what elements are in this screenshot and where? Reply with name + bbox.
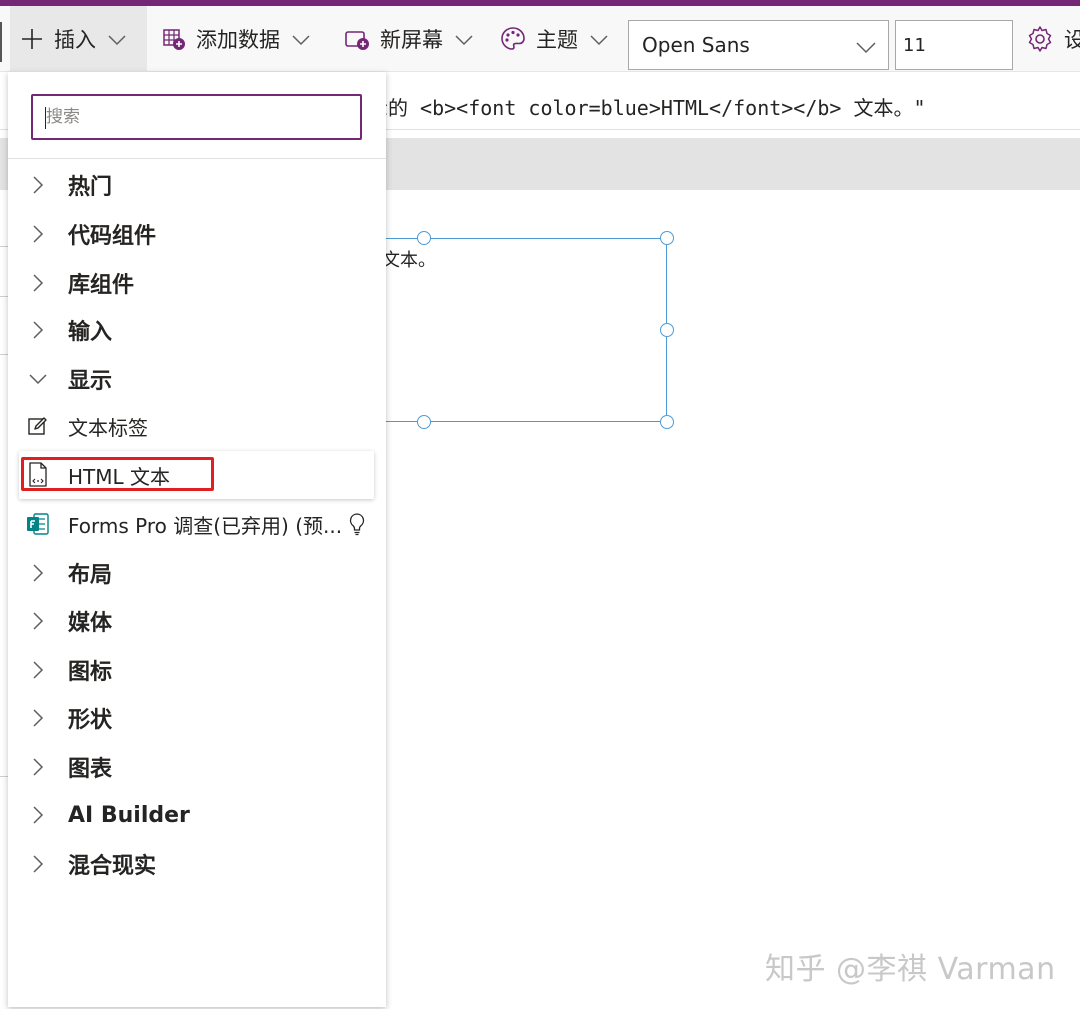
insert-button[interactable]: 插入 <box>10 6 147 72</box>
category-popular[interactable]: 热门 <box>8 163 386 207</box>
resize-handle-top-right[interactable] <box>660 231 674 245</box>
font-family-value: Open Sans <box>642 33 750 57</box>
category-code-components[interactable]: 代码组件 <box>8 212 386 256</box>
resize-handle-bottom-right[interactable] <box>660 415 674 429</box>
chevron-down-icon <box>856 35 876 59</box>
forms-icon <box>8 512 68 536</box>
category-label: 图标 <box>68 660 113 685</box>
category-charts[interactable]: 图表 <box>8 745 386 789</box>
chevron-right-icon <box>8 563 68 583</box>
category-label: AI Builder <box>68 802 190 828</box>
category-label: 输入 <box>68 320 113 345</box>
command-toolbar: 插入 添加数据 新屏幕 主题 Open Sans 11 设 <box>0 6 1080 72</box>
chevron-right-icon <box>8 611 68 631</box>
insert-label: 插入 <box>54 28 96 52</box>
panel-divider <box>8 158 386 159</box>
search-input[interactable] <box>33 96 360 138</box>
font-family-dropdown[interactable]: Open Sans <box>628 20 889 70</box>
category-media[interactable]: 媒体 <box>8 599 386 643</box>
settings-label: 设 <box>1064 28 1080 52</box>
text-caret <box>45 107 46 129</box>
chevron-right-icon <box>8 757 68 777</box>
add-data-label: 添加数据 <box>196 28 280 52</box>
category-input[interactable]: 输入 <box>8 308 386 352</box>
category-library-components[interactable]: 库组件 <box>8 261 386 305</box>
new-screen-button[interactable]: 新屏幕 <box>344 6 473 72</box>
plus-icon <box>20 27 44 51</box>
add-table-icon <box>162 27 186 51</box>
chevron-down-icon <box>455 27 473 51</box>
add-data-button[interactable]: 添加数据 <box>162 6 310 72</box>
edit-label-icon <box>8 415 68 437</box>
resize-handle-bottom[interactable] <box>417 415 431 429</box>
category-label: 库组件 <box>68 273 135 298</box>
category-label: 代码组件 <box>68 224 157 249</box>
chevron-down-icon <box>590 27 608 51</box>
toolbar-left-edge <box>0 22 2 62</box>
settings-button[interactable]: 设 <box>1026 6 1080 72</box>
category-label: 布局 <box>68 563 113 588</box>
new-screen-icon <box>344 27 370 51</box>
category-display[interactable]: 显示 <box>8 357 386 401</box>
chevron-right-icon <box>8 854 68 874</box>
category-label: 显示 <box>68 369 113 394</box>
category-shapes[interactable]: 形状 <box>8 696 386 740</box>
chevron-right-icon <box>8 708 68 728</box>
category-layout[interactable]: 布局 <box>8 551 386 595</box>
chevron-right-icon <box>8 273 68 293</box>
insert-item-forms-pro[interactable]: Forms Pro 调查(已弃用) (预... <box>8 502 386 546</box>
gear-icon <box>1026 25 1054 53</box>
insert-item-text-label[interactable]: 文本标签 <box>8 404 386 448</box>
category-label: 混合现实 <box>68 854 157 879</box>
category-ai-builder[interactable]: AI Builder <box>8 793 386 837</box>
theme-button[interactable]: 主题 <box>500 6 608 72</box>
formula-text[interactable]: 示的 <b><font color=blue>HTML</font></b> 文… <box>368 92 926 121</box>
category-icons[interactable]: 图标 <box>8 648 386 692</box>
category-label: 形状 <box>68 708 113 733</box>
font-size-input[interactable]: 11 <box>895 20 1013 70</box>
highlight-annotation-box <box>21 457 214 491</box>
chevron-down-icon <box>292 27 310 51</box>
category-label: 图表 <box>68 757 113 782</box>
search-box[interactable] <box>31 94 362 140</box>
item-label: 文本标签 <box>68 415 148 440</box>
chevron-down-icon <box>108 27 126 51</box>
chevron-right-icon <box>8 175 68 195</box>
chevron-right-icon <box>8 660 68 680</box>
category-label: 热门 <box>68 175 113 200</box>
chevron-right-icon <box>8 224 68 244</box>
font-size-value: 11 <box>903 34 926 56</box>
watermark: 知乎 @李祺 Varman <box>765 952 1056 987</box>
insert-panel: 热门 代码组件 库组件 输入 显示 文本标签 <box>8 72 386 1007</box>
lightbulb-icon[interactable] <box>348 512 366 536</box>
resize-handle-right[interactable] <box>660 323 674 337</box>
item-label: Forms Pro 调查(已弃用) (预... <box>68 513 343 538</box>
resize-handle-top[interactable] <box>417 231 431 245</box>
palette-icon <box>500 26 526 52</box>
category-label: 媒体 <box>68 611 113 636</box>
chevron-right-icon <box>8 805 68 825</box>
chevron-right-icon <box>8 320 68 340</box>
category-mixed-reality[interactable]: 混合现实 <box>8 842 386 886</box>
selected-control-frame[interactable] <box>360 238 667 422</box>
chevron-down-icon <box>8 373 68 385</box>
theme-label: 主题 <box>536 28 578 52</box>
new-screen-label: 新屏幕 <box>380 28 443 52</box>
